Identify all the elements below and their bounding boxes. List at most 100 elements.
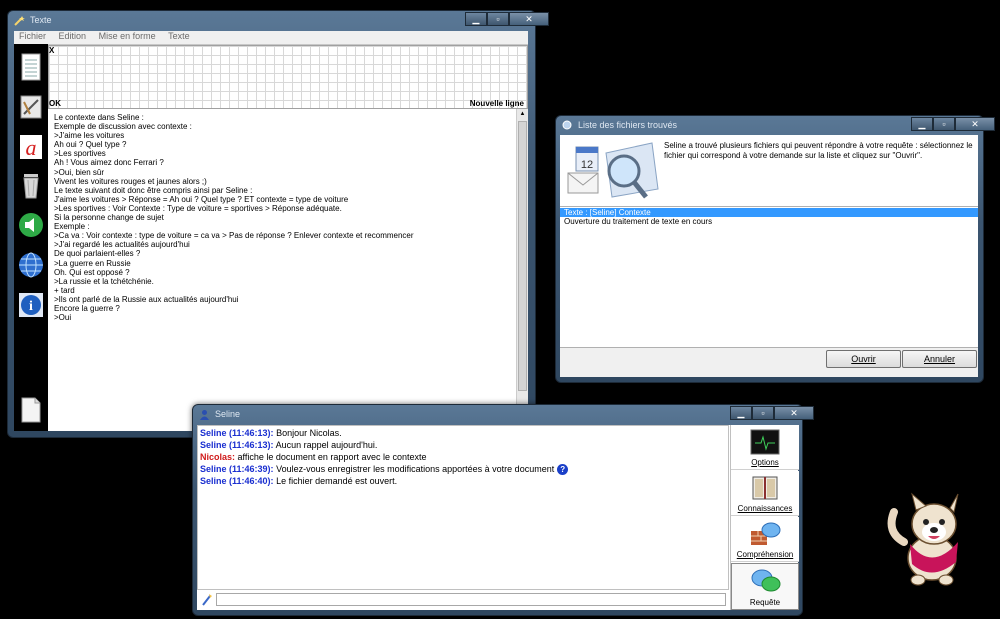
minimize-button[interactable]: ▁ [465, 12, 487, 26]
chat-sender: Seline (11:46:13): [200, 428, 274, 438]
comprehension-label: Compréhension [736, 550, 794, 559]
trash-icon[interactable] [18, 170, 44, 200]
speech-bubbles-icon [751, 569, 781, 592]
file-list-item[interactable]: Ouverture du traitement de texte en cour… [560, 217, 978, 226]
options-label: Options [751, 458, 779, 467]
text-editor-content: Le contexte dans Seline : Exemple de disc… [48, 109, 516, 322]
comprehension-button[interactable]: Compréhension [731, 517, 799, 562]
input-grid[interactable] [48, 45, 528, 109]
files-message: Seline a trouvé plusieurs fichiers qui p… [664, 141, 973, 160]
requete-label: Requête [749, 598, 781, 607]
maximize-button[interactable]: ▫ [933, 117, 955, 131]
chat-sender: Seline (11:46:40): [200, 476, 274, 487]
close-button[interactable]: ✕ [955, 117, 995, 131]
connaissances-button[interactable]: Connaissances [731, 471, 799, 516]
requete-button[interactable]: Requête [731, 563, 799, 610]
maximize-button[interactable]: ▫ [752, 406, 774, 420]
text-line: >J'aime les voitures [54, 131, 125, 141]
help-icon[interactable]: ? [557, 464, 569, 476]
chat-input[interactable] [216, 593, 726, 606]
texte-titlebar[interactable]: Texte ▁ ▫ ✕ [8, 11, 549, 31]
svg-text:i: i [29, 299, 33, 314]
window-controls: ▁ ▫ ✕ [730, 406, 814, 420]
monitor-icon [750, 429, 780, 455]
close-button[interactable]: ✕ [509, 12, 549, 26]
chat-text: Aucun rappel aujourd'hui. [275, 440, 378, 450]
speaker-icon[interactable] [18, 210, 44, 240]
text-line: >J'ai regardé les actualités aujourd'hui [54, 240, 190, 250]
chat-message: Seline (11:46:13): Bonjour Nicolas. [200, 427, 728, 439]
text-line: >Ca va : Voir contexte : type de voiture… [54, 231, 414, 241]
notepad-icon[interactable] [18, 52, 44, 82]
minimize-button[interactable]: ▁ [911, 117, 933, 131]
menu-mise-en-forme[interactable]: Mise en forme [94, 31, 161, 42]
text-line: >La russie et la tchétchénie. [54, 276, 154, 286]
chat-message: Nicolas: affiche le document en rapport … [200, 451, 728, 463]
input-icon [202, 594, 212, 606]
chat-message: Seline (11:46:39): Voulez-vous enregistr… [200, 463, 728, 476]
book-icon [752, 476, 778, 500]
text-line: + tard [54, 285, 75, 295]
files-client: 12 Seline a trouvé plusieurs fichiers qu… [560, 135, 978, 377]
document-icon[interactable] [18, 394, 44, 424]
brick-speech-icon [751, 522, 781, 545]
text-line: >Oui [54, 313, 72, 323]
text-line: >Les sportives : Voir Contexte : Type de… [54, 203, 342, 213]
user-icon [200, 410, 209, 420]
text-line: >Ils ont parlé de la Russie aux actualit… [54, 294, 239, 304]
seline-client: Seline (11:46:13): Bonjour Nicolas. Selin… [197, 425, 799, 610]
maximize-button[interactable]: ▫ [487, 12, 509, 26]
connaissances-label: Connaissances [737, 504, 793, 513]
chat-log: Seline (11:46:13): Bonjour Nicolas. Selin… [197, 425, 729, 590]
text-line: J'aime les voitures > Réponse = Ah oui ?… [54, 194, 349, 204]
text-line: De quoi parlaient-elles ? [54, 249, 141, 259]
text-editor[interactable]: Le contexte dans Seline : Exemple de disc… [48, 109, 516, 431]
search-window-icon [562, 120, 572, 130]
window-title: Texte [30, 15, 52, 25]
close-button[interactable]: ✕ [774, 406, 814, 420]
text-line: Le contexte dans Seline : [54, 113, 144, 122]
file-search-icon: 12 [567, 142, 659, 199]
drawing-tools-icon[interactable] [18, 92, 44, 122]
text-line: Ah oui ? Quel type ? [54, 140, 127, 150]
text-line: Vivent les voitures rouges et jaunes alo… [54, 176, 207, 186]
window-controls: ▁ ▫ ✕ [911, 117, 995, 131]
tool-sidebar: a i [14, 44, 48, 431]
text-line: Exemple : [54, 222, 90, 232]
text-line: >La guerre en Russie [54, 258, 131, 268]
text-line: Ah ! Vous aimez donc Ferrari ? [54, 158, 164, 168]
texte-window: Texte ▁ ▫ ✕ Fichier Edition Mise en form… [7, 10, 549, 438]
wand-icon [14, 16, 25, 26]
grid-ok-label[interactable]: OK [49, 99, 61, 108]
text-line: Le texte suivant doit donc être compris … [54, 185, 253, 195]
chat-sender: Seline (11:46:39): [200, 464, 274, 474]
text-line: >Oui, bien sûr [54, 167, 105, 177]
chat-message: Seline (11:46:40): Le fichier demandé es… [200, 475, 728, 487]
chat-text: Voulez-vous enregistrer les modification… [276, 464, 555, 474]
chat-text: affiche le document en rapport avec le c… [237, 452, 427, 462]
text-line: Oh. Qui est opposé ? [54, 267, 130, 277]
scroll-up-arrow-icon[interactable]: ▲ [517, 109, 528, 119]
scroll-thumb[interactable] [518, 121, 527, 391]
options-button[interactable]: Options [731, 425, 799, 470]
file-list-item[interactable]: Texte : [Seline] Contexte [560, 208, 978, 217]
menu-texte[interactable]: Texte [163, 31, 195, 42]
dog-mascot-icon[interactable] [884, 492, 974, 588]
grid-label-x: X [49, 46, 55, 55]
menu-fichier[interactable]: Fichier [14, 31, 51, 42]
grid-new-line-label[interactable]: Nouvelle ligne [470, 99, 524, 108]
files-window: Liste des fichiers trouvés ▁ ▫ ✕ 12 Seli… [555, 115, 995, 383]
font-letter-a-icon[interactable]: a [18, 132, 44, 162]
files-titlebar[interactable]: Liste des fichiers trouvés ▁ ▫ ✕ [556, 116, 995, 136]
open-button[interactable]: Ouvrir [826, 350, 901, 368]
menu-edition[interactable]: Edition [54, 31, 92, 42]
globe-icon[interactable] [18, 250, 44, 280]
minimize-button[interactable]: ▁ [730, 406, 752, 420]
chat-sender: Nicolas: [200, 452, 236, 462]
info-icon[interactable]: i [18, 290, 44, 320]
seline-window: Seline ▁ ▫ ✕ Seline (11:46:13): Bonjour … [192, 404, 814, 616]
seline-titlebar[interactable]: Seline ▁ ▫ ✕ [193, 405, 814, 425]
cancel-button[interactable]: Annuler [902, 350, 977, 368]
side-panel: Options Connaissances Compréhension Requ… [730, 425, 799, 610]
text-scrollbar[interactable]: ▲ [516, 109, 528, 431]
